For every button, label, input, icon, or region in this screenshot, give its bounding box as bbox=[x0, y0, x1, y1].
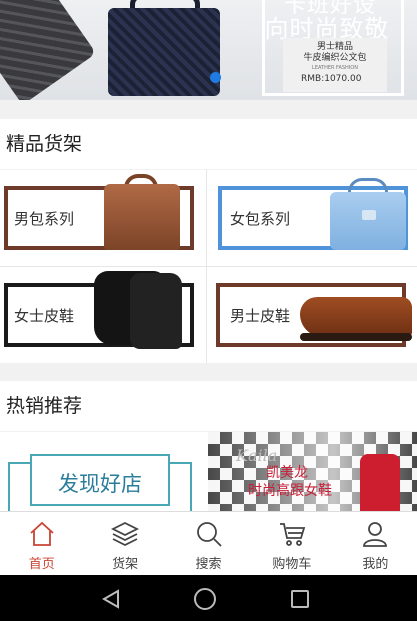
tab-label: 购物车 bbox=[272, 557, 312, 572]
women-bag-image bbox=[330, 192, 406, 250]
category-label: 男士皮鞋 bbox=[230, 307, 291, 325]
tab-label: 我的 bbox=[362, 557, 389, 572]
red-boot-image bbox=[360, 454, 400, 511]
recent-apps-icon[interactable] bbox=[291, 590, 309, 608]
discover-shops-card[interactable]: 发现好店 bbox=[0, 432, 206, 511]
promo-banner[interactable]: 卡班好设 向时尚致敬 男士精品 牛皮编织公文包 LEATHER FASHION … bbox=[0, 0, 417, 100]
home-icon bbox=[30, 521, 54, 546]
tab-home[interactable]: 首页 bbox=[0, 512, 83, 575]
category-women-shoes[interactable]: 女士皮鞋 bbox=[0, 267, 206, 363]
category-women-bags[interactable]: 女包系列 bbox=[208, 170, 414, 266]
tab-search[interactable]: 搜索 bbox=[167, 512, 250, 575]
briefcase-image bbox=[108, 8, 220, 96]
section-title-hot: 热销推荐 bbox=[0, 381, 417, 431]
promo-product-sub: LEATHER FASHION bbox=[312, 65, 358, 71]
user-icon bbox=[363, 522, 388, 547]
men-bag-image bbox=[104, 184, 180, 250]
grid-divider-horizontal bbox=[0, 266, 417, 267]
category-label: 女士皮鞋 bbox=[14, 307, 75, 325]
tab-label: 首页 bbox=[28, 557, 55, 572]
promo-price: RMB:1070.00 bbox=[301, 74, 362, 84]
heels-promo-card[interactable]: Kaila 凯美龙 时尚高跟女鞋 bbox=[208, 432, 417, 511]
system-nav-bar bbox=[0, 575, 417, 621]
promo-product-card: 男士精品 牛皮编织公文包 LEATHER FASHION RMB:1070.00 bbox=[283, 38, 387, 92]
tab-label: 货架 bbox=[112, 557, 139, 572]
bottom-tab-bar: 首页 货架 搜索 购物车 我的 bbox=[0, 511, 417, 575]
category-label: 女包系列 bbox=[230, 210, 291, 228]
promo-product-line2: 牛皮编织公文包 bbox=[303, 53, 367, 63]
promo-product-line1: 男士精品 bbox=[316, 42, 353, 52]
shoe-sole bbox=[300, 333, 412, 341]
tab-profile[interactable]: 我的 bbox=[334, 512, 417, 575]
back-icon[interactable] bbox=[101, 589, 121, 609]
category-men-shoes[interactable]: 男士皮鞋 bbox=[208, 267, 414, 363]
tab-cart[interactable]: 购物车 bbox=[250, 512, 333, 575]
carousel-dot-indicator[interactable] bbox=[210, 72, 221, 83]
hot-recommendations: 发现好店 Kaila 凯美龙 时尚高跟女鞋 bbox=[0, 432, 417, 511]
discover-shops-label: 发现好店 bbox=[58, 472, 142, 496]
men-shoe-image bbox=[300, 297, 412, 337]
category-grid: 男包系列 女包系列 女士皮鞋 男士皮鞋 bbox=[0, 170, 417, 363]
tab-label: 搜索 bbox=[195, 557, 222, 572]
brand-name: 凯美龙 bbox=[266, 465, 308, 481]
home-nav-icon[interactable] bbox=[194, 588, 216, 610]
cart-icon bbox=[279, 523, 306, 546]
search-icon bbox=[196, 522, 222, 547]
tab-shelf[interactable]: 货架 bbox=[83, 512, 166, 575]
category-men-bags[interactable]: 男包系列 bbox=[0, 170, 206, 266]
layers-icon bbox=[111, 521, 140, 547]
bag-clasp bbox=[362, 210, 376, 220]
section-title-shelf: 精品货架 bbox=[0, 119, 417, 169]
brand-tagline: 时尚高跟女鞋 bbox=[248, 483, 332, 499]
women-boot-image-2 bbox=[130, 273, 182, 349]
tie-image bbox=[0, 0, 97, 100]
category-label: 男包系列 bbox=[14, 210, 75, 228]
